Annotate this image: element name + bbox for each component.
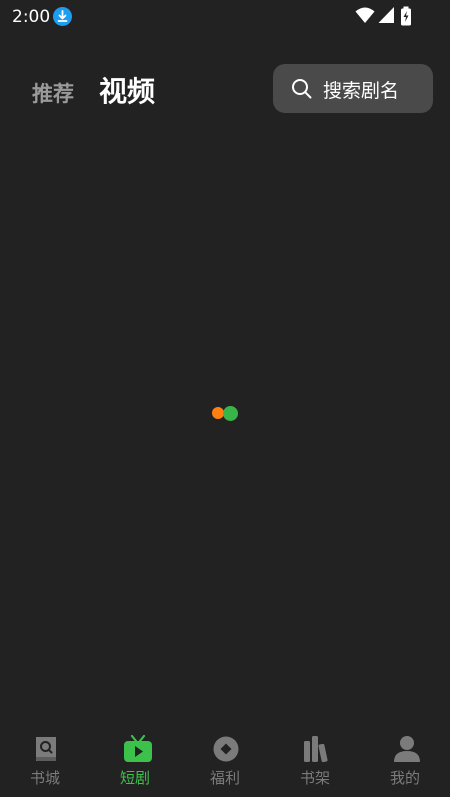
- bottom-nav: 书城 短剧 福利 书架 我的: [0, 727, 450, 797]
- nav-item-bookstore[interactable]: 书城: [0, 727, 90, 797]
- nav-item-bookshelf[interactable]: 书架: [270, 727, 360, 797]
- nav-item-welfare[interactable]: 福利: [180, 727, 270, 797]
- loading-indicator: [212, 406, 242, 422]
- nav-label: 书架: [299, 769, 330, 787]
- search-placeholder: 搜索剧名: [323, 80, 400, 102]
- battery-charging-icon: [400, 6, 412, 30]
- status-bar: 2:00: [0, 0, 450, 34]
- nav-label: 短剧: [119, 769, 150, 787]
- nav-item-profile[interactable]: 我的: [360, 727, 450, 797]
- tab-video[interactable]: 视频: [99, 70, 155, 110]
- download-icon: [53, 7, 72, 26]
- bookstore-icon: [33, 735, 59, 763]
- search-icon: [291, 78, 313, 104]
- nav-label: 福利: [209, 769, 240, 787]
- cellular-signal-icon: [378, 6, 395, 28]
- tv-play-icon: [123, 734, 152, 763]
- loader-dot-green: [223, 406, 238, 421]
- bookshelf-icon: [303, 735, 329, 763]
- profile-icon: [393, 735, 420, 763]
- wifi-icon: [355, 6, 375, 28]
- status-time: 2:00: [12, 7, 51, 27]
- search-box[interactable]: 搜索剧名: [273, 64, 433, 113]
- tab-recommend[interactable]: 推荐: [32, 78, 74, 108]
- nav-label: 书城: [29, 769, 60, 787]
- nav-item-short-drama[interactable]: 短剧: [90, 727, 180, 797]
- nav-label: 我的: [389, 769, 420, 787]
- coin-icon: [213, 735, 239, 763]
